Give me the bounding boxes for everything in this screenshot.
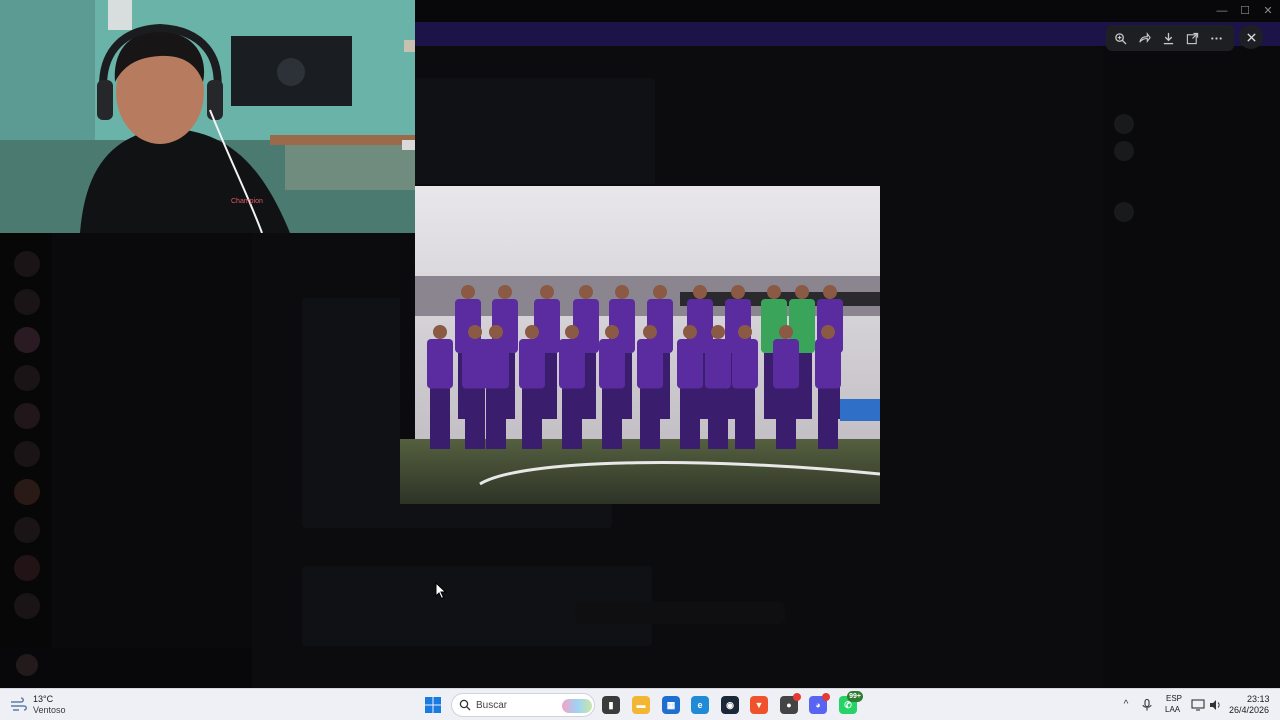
player bbox=[773, 325, 799, 449]
server-icon[interactable] bbox=[14, 479, 40, 505]
server-icon[interactable] bbox=[14, 441, 40, 467]
chrome-icon[interactable]: ● bbox=[780, 693, 801, 714]
search-icon bbox=[459, 699, 471, 711]
taskbar: 13°C Ventoso Buscar ▮ ▬ ▦ e ◉ ▼ ● ◕ ✆ 99+ ^ ESP L… bbox=[0, 688, 1280, 720]
avatar bbox=[1114, 114, 1134, 134]
server-icon[interactable] bbox=[14, 555, 40, 581]
close-icon bbox=[1246, 32, 1256, 42]
bench-board bbox=[840, 399, 880, 421]
discord-icon[interactable]: ◕ bbox=[809, 693, 830, 714]
avatar bbox=[1114, 202, 1134, 222]
brave-icon[interactable]: ▼ bbox=[750, 696, 768, 714]
discord-window: — ☐ ✕ Champion 13°C Ventoso Buscar ▮ ▬ ▦… bbox=[0, 0, 1280, 720]
player bbox=[815, 325, 841, 449]
notification-dot bbox=[793, 693, 801, 701]
player bbox=[483, 325, 509, 449]
member-item[interactable] bbox=[1114, 141, 1264, 161]
player bbox=[732, 325, 758, 449]
player bbox=[519, 325, 545, 449]
folder-icon[interactable]: ▬ bbox=[632, 696, 650, 714]
member-item[interactable] bbox=[1114, 114, 1264, 134]
steam-icon[interactable]: ◉ bbox=[721, 696, 739, 714]
player bbox=[427, 325, 453, 449]
wind-weather-icon[interactable] bbox=[10, 697, 28, 713]
maximize-icon[interactable]: ☐ bbox=[1237, 3, 1253, 19]
network-icon[interactable] bbox=[1191, 698, 1205, 712]
top-edge bbox=[415, 184, 880, 186]
join-prompt bbox=[575, 602, 785, 624]
server-icon[interactable] bbox=[14, 365, 40, 391]
player bbox=[559, 325, 585, 449]
zoom-icon[interactable] bbox=[1110, 28, 1130, 48]
server-icon[interactable] bbox=[14, 251, 40, 277]
player bbox=[677, 325, 703, 449]
file-manager-icon[interactable]: ▮ bbox=[602, 696, 620, 714]
search-placeholder: Buscar bbox=[476, 700, 508, 711]
more-icon[interactable] bbox=[1206, 28, 1226, 48]
image-viewer-toolbar bbox=[1106, 25, 1234, 51]
headphones bbox=[97, 80, 113, 120]
store-icon[interactable]: ▦ bbox=[662, 696, 680, 714]
server-list bbox=[0, 233, 52, 688]
channel-list bbox=[52, 233, 252, 688]
webcam-overlay: Champion bbox=[0, 0, 415, 233]
whatsapp-icon[interactable]: ✆ 99+ bbox=[839, 691, 863, 714]
start-button[interactable] bbox=[425, 697, 441, 713]
minimize-icon[interactable]: — bbox=[1214, 3, 1230, 19]
add-server-icon[interactable] bbox=[14, 593, 40, 619]
notification-badge: 99+ bbox=[847, 691, 863, 702]
server-icon[interactable] bbox=[14, 517, 40, 543]
member-list bbox=[1102, 46, 1280, 688]
notification-dot bbox=[822, 693, 830, 701]
microphone-icon[interactable] bbox=[1140, 698, 1154, 712]
avatar[interactable] bbox=[16, 654, 38, 676]
avatar bbox=[1114, 141, 1134, 161]
close-viewer-button[interactable] bbox=[1239, 25, 1263, 49]
tray-overflow-icon[interactable]: ^ bbox=[1119, 698, 1133, 712]
server-icon[interactable] bbox=[14, 289, 40, 315]
player bbox=[637, 325, 663, 449]
team-photo-image bbox=[400, 184, 880, 504]
window-close-icon[interactable]: ✕ bbox=[1260, 3, 1276, 19]
download-icon[interactable] bbox=[1158, 28, 1178, 48]
language-indicator[interactable]: ESP bbox=[1166, 694, 1182, 703]
clock-date[interactable]: 26/4/2026 bbox=[1229, 705, 1269, 715]
team-photo[interactable] bbox=[400, 184, 880, 504]
keyboard-layout[interactable]: LAA bbox=[1165, 705, 1180, 714]
share-icon[interactable] bbox=[1134, 28, 1154, 48]
server-icon[interactable] bbox=[14, 403, 40, 429]
player bbox=[599, 325, 625, 449]
svg-text:Champion: Champion bbox=[231, 198, 263, 205]
volume-icon[interactable] bbox=[1208, 698, 1222, 712]
image-message[interactable] bbox=[415, 78, 655, 188]
clock-time[interactable]: 23:13 bbox=[1247, 694, 1270, 704]
taskbar-search[interactable]: Buscar bbox=[451, 693, 595, 717]
weather-temperature[interactable]: 13°C bbox=[33, 694, 53, 704]
weather-description[interactable]: Ventoso bbox=[33, 705, 66, 715]
server-icon[interactable] bbox=[14, 327, 40, 353]
open-external-icon[interactable] bbox=[1182, 28, 1202, 48]
edge-icon[interactable]: e bbox=[691, 696, 709, 714]
member-item[interactable] bbox=[1114, 202, 1264, 222]
player bbox=[705, 325, 731, 449]
search-highlight-icon bbox=[562, 699, 592, 713]
user-panel bbox=[0, 648, 252, 688]
mouse-cursor bbox=[435, 582, 447, 600]
